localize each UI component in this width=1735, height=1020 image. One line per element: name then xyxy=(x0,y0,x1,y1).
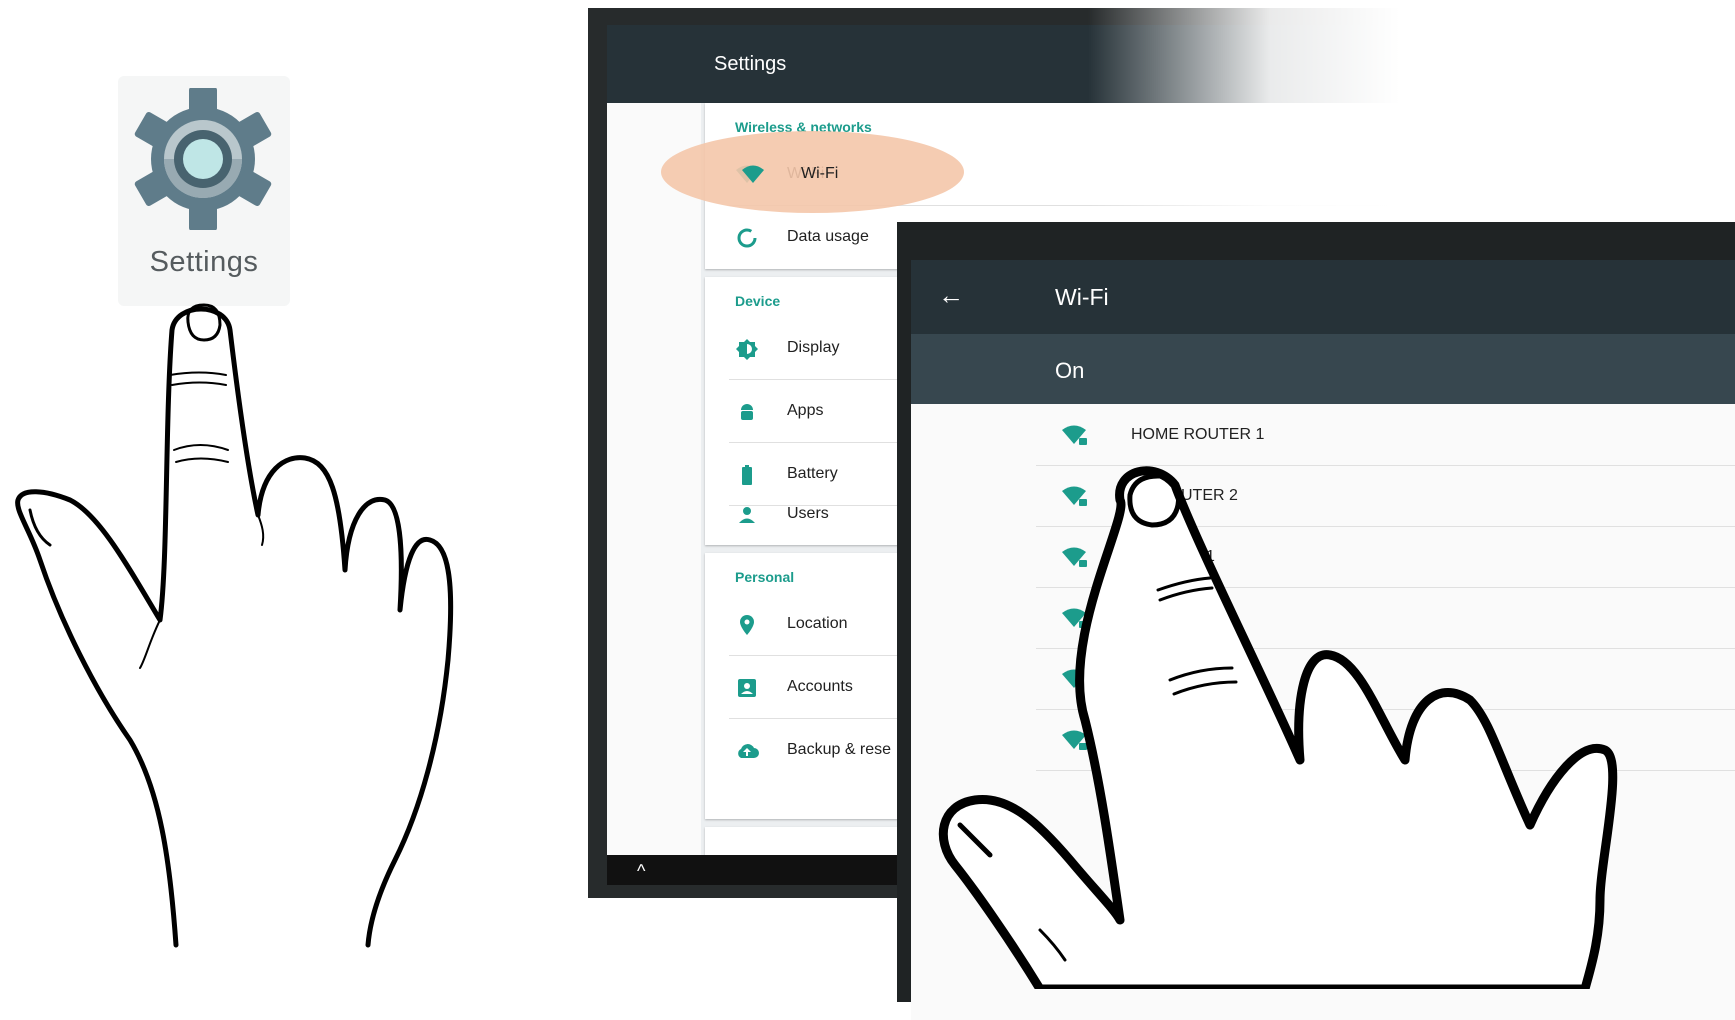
network-name: HOME ROUTER 1 xyxy=(1131,426,1265,443)
network-name: CC xyxy=(1131,670,1155,687)
user-icon xyxy=(739,507,755,523)
location-pin-icon xyxy=(740,615,754,635)
account-icon xyxy=(738,679,756,697)
wifi-icon xyxy=(742,165,764,183)
settings-app-icon[interactable]: Settings xyxy=(118,76,290,306)
settings-item-label: Apps xyxy=(787,402,824,419)
wifi-row-label: Wi-Fi xyxy=(801,165,839,182)
settings-item-label: Battery xyxy=(787,465,838,482)
network-row[interactable]: CC xyxy=(911,648,1735,709)
network-name: UTER 2 xyxy=(1181,487,1238,504)
wifi-lock-icon xyxy=(1062,425,1087,445)
settings-toolbar: Settings xyxy=(607,25,1577,103)
network-name: 1 xyxy=(1206,548,1215,565)
wifi-title: Wi-Fi xyxy=(1055,284,1109,310)
wifi-switch-bar[interactable]: On xyxy=(911,334,1735,404)
wifi-lock-icon xyxy=(1062,608,1087,628)
settings-title: Settings xyxy=(714,53,787,75)
settings-item-label: Users xyxy=(787,505,829,522)
section-header-device: Device xyxy=(735,293,781,309)
network-row[interactable]: LIBRA xyxy=(911,709,1735,770)
android-icon xyxy=(741,404,753,420)
wifi-row-overlay[interactable]: Wi-Fi xyxy=(741,161,941,191)
wifi-switch-label: On xyxy=(1055,358,1085,383)
wifi-screen: ← Wi-Fi On HOME ROUTER 1 UTER 2 1 CC LIB… xyxy=(911,260,1735,1020)
wifi-toolbar: ← Wi-Fi xyxy=(911,260,1735,334)
data-usage-icon xyxy=(737,228,757,248)
network-row[interactable] xyxy=(911,587,1735,648)
cloud-upload-icon xyxy=(738,744,759,758)
settings-app-label: Settings xyxy=(149,246,259,278)
settings-item-label: Display xyxy=(787,339,840,356)
wifi-lock-icon xyxy=(1062,486,1087,506)
display-icon xyxy=(736,339,758,360)
chevron-up-icon[interactable]: ^ xyxy=(637,861,645,882)
network-row[interactable]: HOME ROUTER 1 xyxy=(911,404,1735,465)
wifi-lock-icon xyxy=(1062,730,1087,750)
settings-item-label: Location xyxy=(787,615,848,632)
back-arrow-icon[interactable]: ← xyxy=(938,280,964,311)
wifi-tablet: ← Wi-Fi On HOME ROUTER 1 UTER 2 1 CC LIB… xyxy=(897,222,1735,1020)
wifi-lock-icon xyxy=(1062,547,1087,567)
network-row[interactable]: 1 xyxy=(911,526,1735,587)
left-hand-pointing-icon xyxy=(15,303,454,948)
settings-item-label: Backup & rese xyxy=(787,741,892,758)
network-row[interactable]: UTER 2 xyxy=(911,465,1735,526)
settings-item-label: Accounts xyxy=(787,678,853,695)
settings-gear-icon xyxy=(134,88,272,230)
wifi-lock-icon xyxy=(1062,669,1087,689)
network-name: LIBRA xyxy=(1131,731,1178,748)
settings-item-label: Data usage xyxy=(787,228,869,245)
section-header-personal: Personal xyxy=(735,569,795,585)
